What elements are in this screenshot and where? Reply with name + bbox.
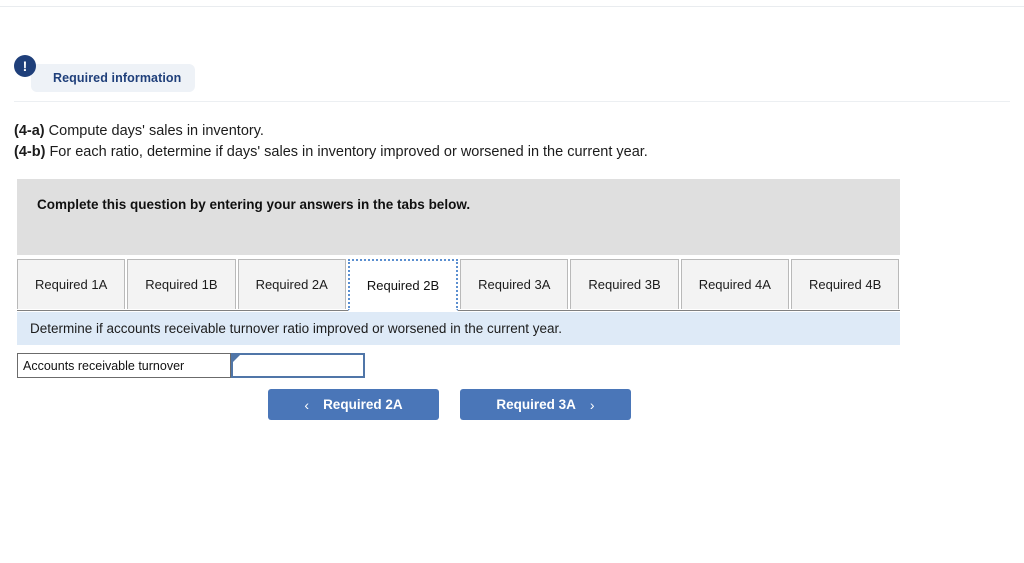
sub-instruction-text: Determine if accounts receivable turnove… [30,321,563,336]
tab-label: Required 1A [35,277,108,292]
tab-label: Required 1B [145,277,218,292]
tab-required-2a[interactable]: Required 2A [237,259,346,309]
prompt-tag-4a: (4-a) [14,123,45,139]
cell-marker-icon [233,355,240,362]
requirement-tabs: Required 1A Required 1B Required 2A Require… [17,259,900,311]
tab-label: Required 2A [255,277,328,292]
required-information-pill: Required information [31,64,196,92]
navigation-buttons: ‹ Required 2A Required 3A › [268,389,631,420]
next-requirement-label: Required 3A [496,397,576,412]
prev-requirement-label: Required 2A [323,397,403,412]
answer-input-cell[interactable] [231,353,365,378]
exclamation-icon: ! [14,55,36,77]
tab-required-3a[interactable]: Required 3A [460,259,569,309]
chevron-left-icon: ‹ [304,396,310,413]
prompt-line-4b: (4-b) For each ratio, determine if days'… [14,142,648,163]
top-divider [0,6,1024,7]
instruction-text: Complete this question by entering your … [37,197,471,212]
prev-requirement-button[interactable]: ‹ Required 2A [268,389,439,420]
required-information-label: Required information [53,71,182,85]
next-requirement-button[interactable]: Required 3A › [460,389,631,420]
prompt-text-4b: For each ratio, determine if days' sales… [45,144,648,160]
tab-required-4b[interactable]: Required 4B [790,259,900,309]
tab-label: Required 4A [698,277,771,292]
answer-row: Accounts receivable turnover [17,353,365,378]
question-prompt: (4-a) Compute days' sales in inventory. … [14,121,648,163]
accounts-receivable-turnover-input[interactable] [233,355,363,376]
tab-required-1b[interactable]: Required 1B [127,259,236,309]
tab-required-1a[interactable]: Required 1A [17,259,126,309]
tab-label: Required 3A [478,277,551,292]
sub-instruction-bar: Determine if accounts receivable turnove… [17,312,900,345]
tab-required-2b[interactable]: Required 2B [347,259,459,311]
answer-row-label: Accounts receivable turnover [17,353,231,378]
tab-required-4a[interactable]: Required 4A [680,259,789,309]
prompt-tag-4b: (4-b) [14,144,46,160]
header-divider [14,101,1010,102]
prompt-text-4a: Compute days' sales in inventory. [44,123,264,139]
tab-label: Required 4B [808,277,882,292]
tab-label: Required 2B [366,277,440,293]
instruction-panel: Complete this question by entering your … [17,179,900,255]
tab-required-3b[interactable]: Required 3B [570,259,679,309]
chevron-right-icon: › [589,396,595,413]
tab-label: Required 3B [588,277,661,292]
prompt-line-4a: (4-a) Compute days' sales in inventory. [14,121,648,142]
